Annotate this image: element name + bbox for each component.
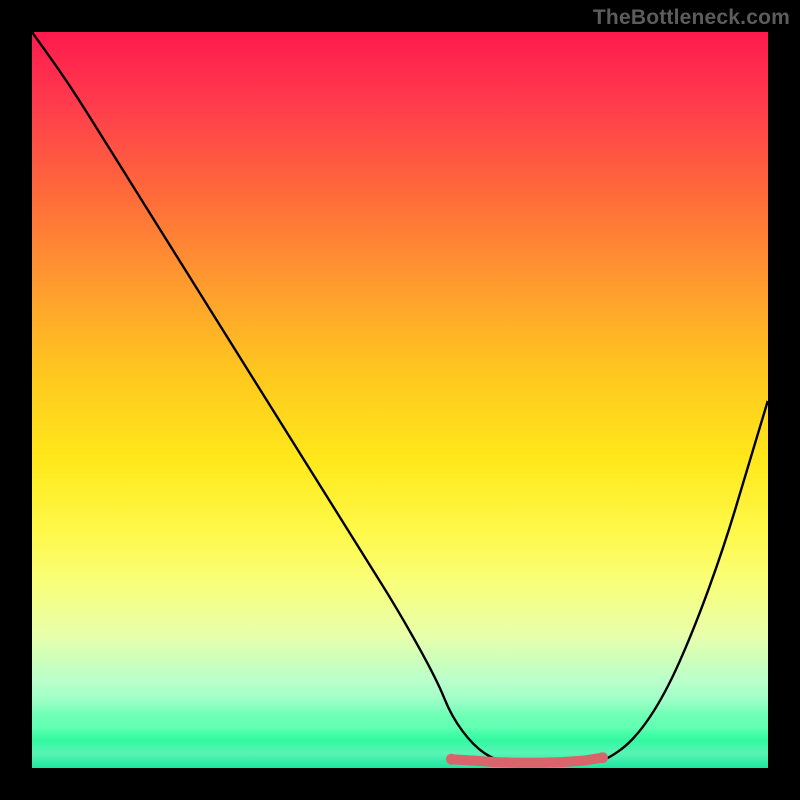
marker-underlay	[452, 758, 603, 763]
chart-svg	[32, 32, 768, 768]
curve-marker	[597, 752, 608, 763]
curve-marker	[469, 756, 479, 766]
curve-marker	[491, 757, 501, 767]
bottleneck-curve	[32, 32, 768, 764]
curve-marker	[579, 756, 589, 766]
chart-frame: TheBottleneck.com	[0, 0, 800, 800]
chart-plot-area	[32, 32, 768, 768]
curve-marker	[446, 754, 457, 765]
watermark-text: TheBottleneck.com	[593, 6, 790, 30]
curve-marker	[513, 758, 523, 768]
curve-marker	[557, 757, 567, 767]
marker-group	[446, 752, 608, 768]
curve-marker	[535, 758, 545, 768]
